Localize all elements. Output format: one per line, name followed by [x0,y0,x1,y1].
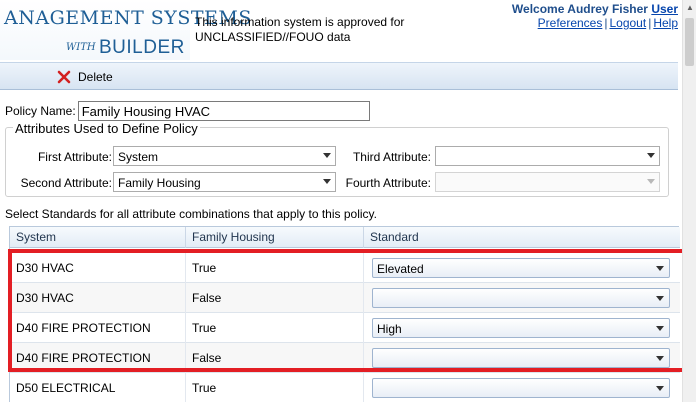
cell-system: D50 ELECTRICAL [10,373,186,402]
welcome-text: Welcome Audrey Fisher User [512,2,678,16]
policy-name-label: Policy Name: [5,104,76,118]
classification-notice: This information system is approved for … [195,15,405,44]
scrollbar-thumb[interactable] [685,18,694,66]
first-attribute-value: System [118,150,159,164]
column-header-family-housing[interactable]: Family Housing [186,227,364,248]
welcome-user: Welcome Audrey Fisher [511,2,648,16]
close-x-icon [56,69,72,85]
link-separator: | [648,16,652,30]
cell-system: D30 HVAC [10,253,186,283]
fourth-attribute-select[interactable] [435,172,660,192]
chevron-down-icon [656,266,664,271]
cell-system: D40 FIRE PROTECTION [10,313,186,343]
link-separator: | [604,16,608,30]
column-header-system[interactable]: System [10,227,186,248]
scroll-up-icon[interactable]: ▲ [683,0,696,16]
delete-label: Delete [78,70,113,84]
chevron-down-icon [656,296,664,301]
logo-with: WITH [66,42,96,53]
column-header-standard[interactable]: Standard [364,227,680,248]
vertical-scrollbar[interactable]: ▲ [682,0,696,402]
delete-button[interactable]: Delete [56,67,113,87]
attributes-fieldset: Attributes Used to Define Policy First A… [5,121,669,197]
first-attribute-select[interactable]: System [113,146,336,166]
chevron-down-icon [323,179,331,184]
table-row[interactable]: D30 HVAC True Elevated [10,253,680,283]
standards-grid: System Family Housing Standard D30 HVAC … [9,226,680,402]
cell-family-housing: False [186,343,364,373]
policy-name-row: Policy Name: [5,101,370,121]
cell-family-housing: True [186,373,364,402]
second-attribute-value: Family Housing [118,176,201,190]
grid-header: System Family Housing Standard [10,227,680,248]
chevron-down-icon [323,153,331,158]
chevron-down-icon [647,153,655,158]
table-row[interactable]: D40 FIRE PROTECTION False [10,343,680,373]
standard-select[interactable] [372,348,670,368]
toolbar: Delete [0,62,678,90]
preferences-link[interactable]: Preferences [538,16,603,30]
cell-system: D30 HVAC [10,283,186,313]
chevron-down-icon [647,179,655,184]
first-attribute-label: First Attribute: [37,150,112,164]
second-attribute-label: Second Attribute: [20,176,112,190]
cell-system: D40 FIRE PROTECTION [10,343,186,373]
table-row[interactable]: D30 HVAC False [10,283,680,313]
user-links: Preferences | Logout | Help [538,16,678,30]
cell-family-housing: True [186,313,364,343]
standard-select[interactable] [372,378,670,398]
instructions-text: Select Standards for all attribute combi… [5,207,377,221]
standard-value: Elevated [377,262,424,276]
logo-builder: BUILDER [99,37,185,58]
cell-family-housing: True [186,253,364,283]
chevron-down-icon [656,326,664,331]
third-attribute-label: Third Attribute: [352,150,431,164]
table-row[interactable]: D50 ELECTRICAL True [10,373,680,402]
standard-select[interactable]: Elevated [372,258,670,278]
standard-value: High [377,322,402,336]
app-header: ANAGEMENT SYSTEMS WITH BUILDER This info… [0,0,682,60]
fourth-attribute-label: Fourth Attribute: [345,176,431,190]
help-link[interactable]: Help [653,16,678,30]
logout-link[interactable]: Logout [609,16,646,30]
standard-select[interactable]: High [372,318,670,338]
app-logo: ANAGEMENT SYSTEMS WITH BUILDER [0,0,251,60]
attributes-legend: Attributes Used to Define Policy [13,121,200,136]
cell-family-housing: False [186,283,364,313]
chevron-down-icon [656,356,664,361]
chevron-down-icon [656,386,664,391]
standard-select[interactable] [372,288,670,308]
user-link[interactable]: User [651,2,678,16]
policy-name-input[interactable] [77,101,370,121]
table-row[interactable]: D40 FIRE PROTECTION True High [10,313,680,343]
second-attribute-select[interactable]: Family Housing [113,172,336,192]
third-attribute-select[interactable] [435,146,660,166]
